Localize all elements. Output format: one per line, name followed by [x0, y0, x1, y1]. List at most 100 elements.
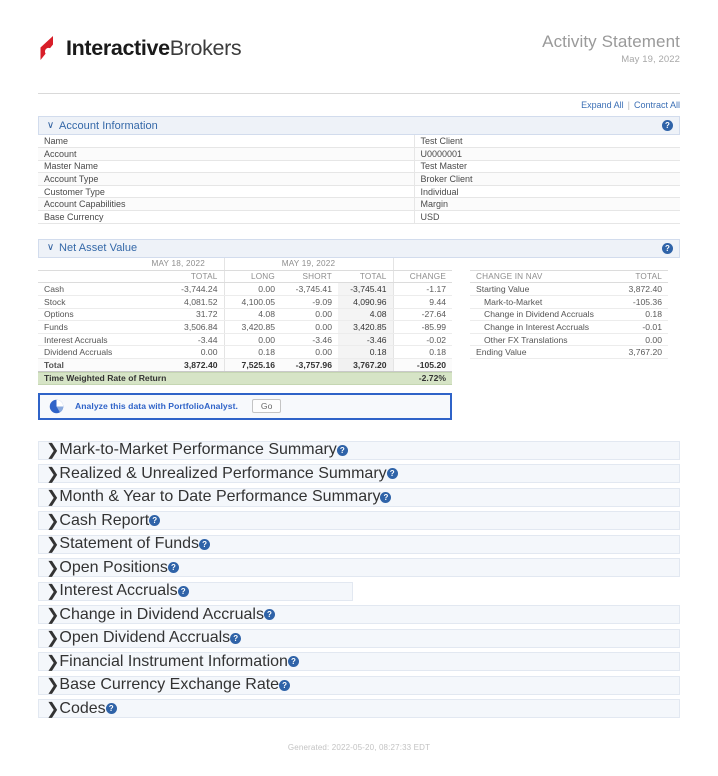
section-interest-accruals[interactable]: ❯ Interest Accruals ? — [38, 582, 353, 601]
row-label: Cash — [38, 283, 133, 296]
section-label: Change in Dividend Accruals — [59, 606, 264, 624]
chevron-right-icon: ❯ — [46, 534, 59, 554]
row-key: Account — [38, 148, 414, 161]
twr-value: -2.72% — [419, 373, 446, 383]
page-title: Activity Statement — [542, 31, 680, 52]
section-base-currency-exchange-rate[interactable]: ❯ Base Currency Exchange Rate ? — [38, 676, 680, 695]
row-label: Dividend Accruals — [38, 346, 133, 359]
help-icon[interactable]: ? — [178, 586, 189, 597]
blank-cell — [393, 258, 452, 271]
account-information-title: Account Information — [59, 120, 662, 132]
col-total: TOTAL — [598, 270, 668, 283]
table-row: Starting Value 3,872.40 — [470, 283, 668, 296]
section-open-dividend-accruals[interactable]: ❯ Open Dividend Accruals ? — [38, 629, 680, 648]
chevron-down-icon: ∨ — [46, 121, 55, 131]
chevron-right-icon: ❯ — [46, 440, 59, 460]
total-long: 7,525.16 — [224, 358, 281, 371]
chevron-right-icon: ❯ — [46, 675, 59, 695]
chevron-right-icon: ❯ — [46, 652, 59, 672]
help-icon[interactable]: ? — [199, 539, 210, 550]
toolbar-separator: | — [628, 100, 630, 110]
contract-all-link[interactable]: Contract All — [634, 100, 680, 110]
cell-long: 4,100.05 — [224, 295, 281, 308]
help-icon[interactable]: ? — [662, 120, 673, 131]
col-total-curr: TOTAL — [338, 270, 393, 283]
chevron-right-icon: ❯ — [46, 628, 59, 648]
row-value: Test Master — [414, 160, 680, 173]
section-label: Cash Report — [59, 512, 149, 530]
help-icon[interactable]: ? — [106, 703, 117, 714]
help-icon[interactable]: ? — [387, 468, 398, 479]
help-icon[interactable]: ? — [662, 243, 673, 254]
cell-long: 4.08 — [224, 308, 281, 321]
help-icon[interactable]: ? — [168, 562, 179, 573]
section-statement-of-funds[interactable]: ❯ Statement of Funds ? — [38, 535, 680, 554]
table-row: Options 31.72 4.08 0.00 4.08 -27.64 — [38, 308, 452, 321]
account-information-section: ∨ Account Information ? Name Test Client… — [38, 116, 680, 224]
portfolio-analyst-promo[interactable]: Analyze this data with PortfolioAnalyst.… — [38, 393, 452, 420]
table-header-row: CHANGE IN NAV TOTAL — [470, 270, 668, 283]
expand-contract-toolbar: Expand All | Contract All — [38, 100, 680, 110]
account-information-table: Name Test Client Account U0000001 Master… — [38, 135, 680, 224]
net-asset-value-header[interactable]: ∨ Net Asset Value ? — [38, 239, 680, 258]
net-asset-value-section: ∨ Net Asset Value ? MAY 18, 2022 MAY 1 — [38, 239, 680, 420]
help-icon[interactable]: ? — [149, 515, 160, 526]
brand-light: Brokers — [170, 36, 242, 60]
cell-prev-total: 4,081.52 — [133, 295, 224, 308]
statement-title-block: Activity Statement May 19, 2022 — [542, 31, 680, 65]
account-information-header[interactable]: ∨ Account Information ? — [38, 116, 680, 135]
section-label: Open Positions — [59, 559, 168, 577]
expand-all-link[interactable]: Expand All — [581, 100, 624, 110]
help-icon[interactable]: ? — [230, 633, 241, 644]
table-group-header-row: MAY 18, 2022 MAY 19, 2022 — [38, 258, 452, 271]
table-row: Ending Value 3,767.20 — [470, 346, 668, 359]
cell-total: 4.08 — [338, 308, 393, 321]
go-button[interactable]: Go — [252, 399, 281, 414]
table-row: Mark-to-Market -105.36 — [470, 295, 668, 308]
row-label: Funds — [38, 321, 133, 334]
chevron-right-icon: ❯ — [46, 581, 59, 601]
chevron-right-icon: ❯ — [46, 511, 59, 531]
section-change-in-dividend-accruals[interactable]: ❯ Change in Dividend Accruals ? — [38, 605, 680, 624]
table-row: Account Capabilities Margin — [38, 198, 680, 211]
row-label: Options — [38, 308, 133, 321]
section-codes[interactable]: ❯ Codes ? — [38, 699, 680, 718]
section-month-year-to-date-performance-summary[interactable]: ❯ Month & Year to Date Performance Summa… — [38, 488, 680, 507]
brand-bold: Interactive — [66, 36, 170, 60]
row-key: Account Type — [38, 173, 414, 186]
help-icon[interactable]: ? — [264, 609, 275, 620]
row-value: U0000001 — [414, 148, 680, 161]
cell-long: 0.00 — [224, 283, 281, 296]
row-value: -105.36 — [598, 295, 668, 308]
section-label: Statement of Funds — [59, 535, 199, 553]
total-change: -105.20 — [393, 358, 452, 371]
section-cash-report[interactable]: ❯ Cash Report ? — [38, 511, 680, 530]
cell-prev-total: 31.72 — [133, 308, 224, 321]
section-realized-unrealized-performance-summary[interactable]: ❯ Realized & Unrealized Performance Summ… — [38, 464, 680, 483]
cell-short: -3.46 — [281, 333, 338, 346]
col-change-in-nav: CHANGE IN NAV — [470, 270, 598, 283]
help-icon[interactable]: ? — [337, 445, 348, 456]
row-value: Broker Client — [414, 173, 680, 186]
nav-breakdown-panel: MAY 18, 2022 MAY 19, 2022 TOTAL LONG SHO… — [38, 258, 452, 420]
row-label: Interest Accruals — [38, 333, 133, 346]
cell-change: -85.99 — [393, 321, 452, 334]
section-financial-instrument-information[interactable]: ❯ Financial Instrument Information ? — [38, 652, 680, 671]
help-icon[interactable]: ? — [288, 656, 299, 667]
cell-short: 0.00 — [281, 321, 338, 334]
collapsed-sections-list: ❯ Mark-to-Market Performance Summary ? ❯… — [38, 441, 680, 719]
group-header-curr-date: MAY 19, 2022 — [224, 258, 393, 271]
page-footer: Generated: 2022-05-20, 08:27:33 EDT — [0, 743, 718, 752]
help-icon[interactable]: ? — [380, 492, 391, 503]
cell-change: 0.18 — [393, 346, 452, 359]
row-key: Name — [38, 135, 414, 148]
table-row: Funds 3,506.84 3,420.85 0.00 3,420.85 -8… — [38, 321, 452, 334]
row-key: Account Capabilities — [38, 198, 414, 211]
help-icon[interactable]: ? — [279, 680, 290, 691]
interactive-brokers-logo: InteractiveBrokers — [38, 36, 241, 61]
chevron-down-icon: ∨ — [46, 243, 55, 253]
col-change: CHANGE — [393, 270, 452, 283]
row-key: Base Currency — [38, 211, 414, 224]
section-mark-to-market-performance-summary[interactable]: ❯ Mark-to-Market Performance Summary ? — [38, 441, 680, 460]
section-open-positions[interactable]: ❯ Open Positions ? — [38, 558, 680, 577]
